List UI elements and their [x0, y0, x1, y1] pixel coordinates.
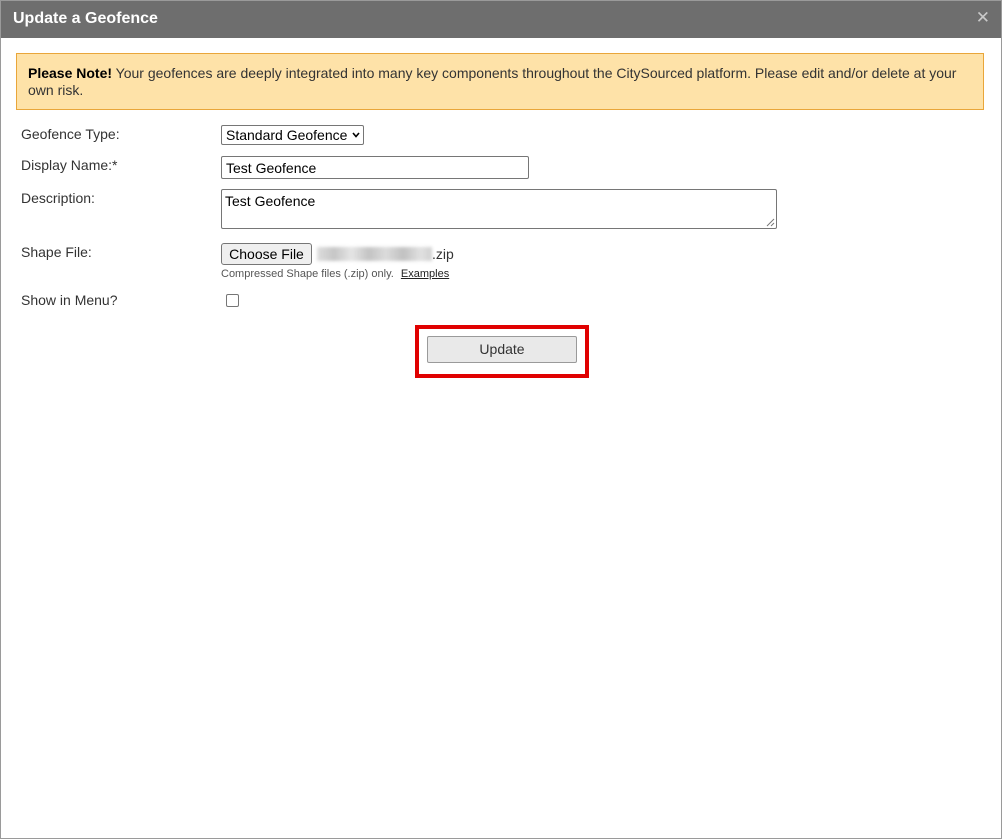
warning-notice: Please Note! Your geofences are deeply i…	[16, 53, 984, 110]
choose-file-button[interactable]: Choose File	[221, 243, 312, 265]
notice-text: Your geofences are deeply integrated int…	[28, 65, 957, 98]
update-button[interactable]: Update	[427, 336, 577, 363]
show-in-menu-label: Show in Menu?	[21, 292, 118, 308]
resize-grip-icon[interactable]	[766, 218, 775, 227]
hint-text: Compressed Shape files (.zip) only.	[221, 268, 394, 280]
notice-bold: Please Note!	[28, 65, 113, 81]
geofence-type-value: Standard Geofence	[226, 127, 348, 143]
dialog-title: Update a Geofence	[13, 10, 158, 27]
update-geofence-dialog: Update a Geofence ✕ Please Note! Your ge…	[0, 0, 1002, 839]
geofence-type-select[interactable]: Standard Geofence	[221, 125, 364, 145]
display-name-input[interactable]	[221, 156, 529, 179]
shape-file-label: Shape File:	[21, 244, 92, 260]
description-value: Test Geofence	[225, 193, 316, 209]
shape-file-hint: Compressed Shape files (.zip) only. Exam…	[221, 268, 449, 280]
close-icon[interactable]: ✕	[976, 9, 990, 27]
show-in-menu-checkbox[interactable]	[226, 294, 239, 307]
file-extension: .zip	[432, 246, 454, 262]
display-name-label: Display Name:*	[21, 157, 118, 173]
geofence-type-label: Geofence Type:	[21, 126, 120, 142]
description-textarea[interactable]: Test Geofence	[221, 189, 777, 229]
description-label: Description:	[21, 190, 95, 206]
chevron-down-icon	[352, 132, 360, 138]
examples-link[interactable]: Examples	[401, 268, 449, 280]
dialog-titlebar: Update a Geofence ✕	[1, 1, 1001, 38]
redacted-filename	[317, 247, 432, 261]
